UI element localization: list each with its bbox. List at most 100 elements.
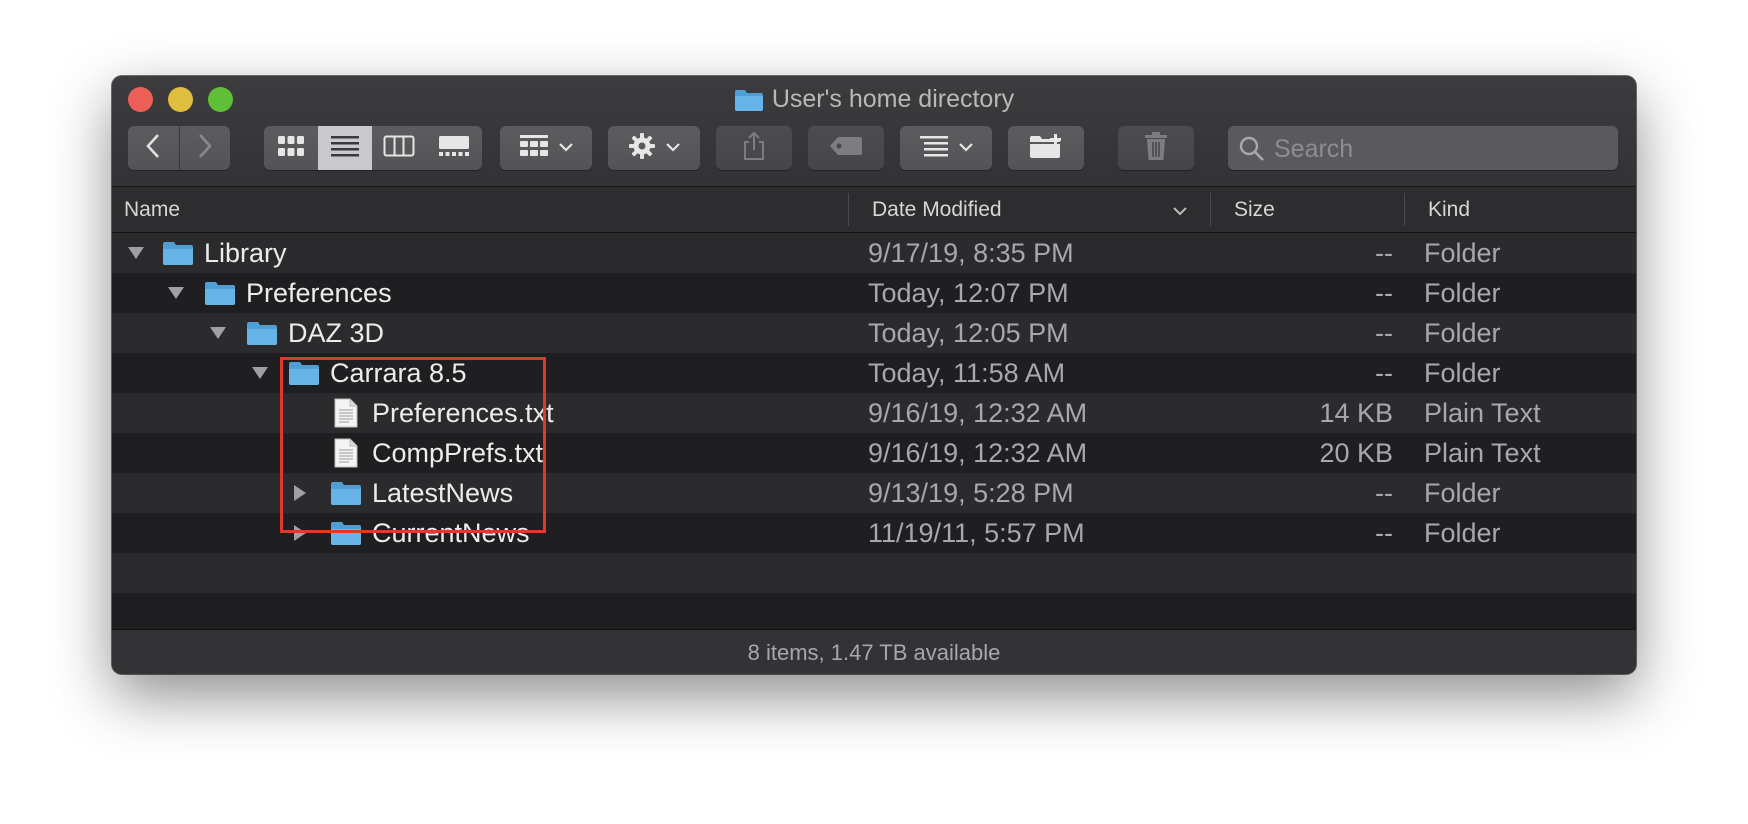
gear-icon — [628, 132, 656, 165]
file-kind: Plain Text — [1424, 398, 1541, 428]
titlebar: User's home directory — [112, 76, 1636, 187]
date-modified: 11/19/11, 5:57 PM — [868, 518, 1085, 548]
date-modified: Today, 12:07 PM — [868, 278, 1069, 308]
file-name: Library — [204, 238, 287, 268]
list-view-button[interactable] — [318, 126, 372, 170]
share-button[interactable] — [716, 126, 792, 170]
search-input[interactable] — [1272, 132, 1606, 166]
folder-icon — [204, 279, 236, 312]
file-size: -- — [1375, 358, 1393, 388]
empty-row — [112, 553, 1636, 593]
disclosure-triangle-collapsed-icon[interactable] — [288, 473, 312, 513]
file-kind: Plain Text — [1424, 438, 1541, 468]
column-header-bar: Name Date Modified Size Kind — [112, 187, 1636, 233]
column-header-date-modified[interactable]: Date Modified — [872, 187, 1002, 232]
file-size: 20 KB — [1319, 438, 1393, 468]
back-button[interactable] — [128, 126, 178, 170]
list-icon — [330, 135, 360, 162]
chevron-left-icon — [145, 133, 161, 164]
file-size: -- — [1375, 518, 1393, 548]
action-button[interactable] — [608, 126, 700, 170]
chevron-right-icon — [197, 133, 213, 164]
forward-button[interactable] — [180, 126, 230, 170]
trash-button[interactable] — [1118, 126, 1194, 170]
date-modified: 9/13/19, 5:28 PM — [868, 478, 1074, 508]
file-kind: Folder — [1424, 358, 1501, 388]
tag-icon — [829, 136, 863, 161]
tag-button[interactable] — [808, 126, 884, 170]
file-size: -- — [1375, 278, 1393, 308]
sort-icon — [919, 135, 949, 162]
search-field[interactable] — [1228, 126, 1618, 170]
file-name: LatestNews — [372, 478, 514, 508]
disclosure-triangle-collapsed-icon[interactable] — [288, 513, 312, 553]
share-icon — [742, 131, 766, 166]
file-name: DAZ 3D — [288, 318, 385, 348]
list-row[interactable]: LatestNews 9/13/19, 5:28 PM -- Folder — [112, 473, 1636, 513]
list-row[interactable]: Preferences.txt 9/16/19, 12:32 AM 14 KB … — [112, 393, 1636, 433]
gallery-view-button[interactable] — [426, 126, 482, 170]
disclosure-triangle-expanded-icon[interactable] — [124, 233, 148, 273]
icon-view-button[interactable] — [264, 126, 318, 170]
list-row[interactable]: Preferences Today, 12:07 PM -- Folder — [112, 273, 1636, 313]
list-row[interactable]: DAZ 3D Today, 12:05 PM -- Folder — [112, 313, 1636, 353]
date-modified: 9/16/19, 12:32 AM — [868, 438, 1088, 468]
list-row[interactable]: CurrentNews 11/19/11, 5:57 PM -- Folder — [112, 513, 1636, 553]
folder-icon — [246, 319, 278, 352]
folder-icon — [734, 87, 764, 121]
file-name: Preferences — [246, 278, 392, 308]
date-modified: 9/17/19, 8:35 PM — [868, 238, 1074, 268]
gallery-icon — [438, 135, 470, 162]
new-folder-button[interactable] — [1008, 126, 1084, 170]
folder-icon — [162, 239, 194, 272]
file-size: 14 KB — [1319, 398, 1393, 428]
status-bar: 8 items, 1.47 TB available — [112, 629, 1636, 674]
window-title-text: User's home directory — [771, 85, 1015, 113]
folder-icon — [330, 519, 362, 552]
text-document-icon — [334, 398, 358, 433]
columns-icon — [383, 135, 415, 162]
new-folder-icon — [1029, 133, 1063, 164]
date-modified: Today, 11:58 AM — [868, 358, 1066, 388]
file-size: -- — [1375, 238, 1393, 268]
file-kind: Folder — [1424, 238, 1501, 268]
window-title: User's home directory — [112, 82, 1636, 121]
file-kind: Folder — [1424, 278, 1501, 308]
disclosure-triangle-expanded-icon[interactable] — [164, 273, 188, 313]
date-modified: Today, 12:05 PM — [868, 318, 1069, 348]
column-header-size[interactable]: Size — [1234, 187, 1275, 232]
column-header-kind[interactable]: Kind — [1428, 187, 1470, 232]
group-by-button[interactable] — [500, 126, 592, 170]
chevron-down-icon — [959, 139, 973, 157]
finder-window: User's home directory Search Name Date M… — [112, 76, 1636, 674]
grid-icon — [277, 135, 305, 162]
disclosure-triangle-expanded-icon[interactable] — [248, 353, 272, 393]
disclosure-triangle-expanded-icon[interactable] — [206, 313, 230, 353]
file-name: Carrara 8.5 — [330, 358, 467, 388]
chevron-down-icon — [666, 139, 680, 157]
folder-icon — [288, 359, 320, 392]
list-row[interactable]: Library 9/17/19, 8:35 PM -- Folder — [112, 233, 1636, 273]
file-name: Preferences.txt — [372, 398, 554, 428]
list-row[interactable]: CompPrefs.txt 9/16/19, 12:32 AM 20 KB Pl… — [112, 433, 1636, 473]
group-icon — [519, 134, 549, 163]
search-icon — [1238, 135, 1266, 168]
sort-chevron-icon — [1172, 204, 1188, 222]
column-header-name[interactable]: Name — [124, 187, 180, 232]
view-mode-control — [264, 126, 482, 170]
back-forward-control — [128, 126, 230, 170]
sort-by-button[interactable] — [900, 126, 992, 170]
list-row[interactable]: Carrara 8.5 Today, 11:58 AM -- Folder — [112, 353, 1636, 393]
file-name: CompPrefs.txt — [372, 438, 544, 468]
file-name: CurrentNews — [372, 518, 530, 548]
empty-row — [112, 593, 1636, 633]
file-kind: Folder — [1424, 478, 1501, 508]
file-size: -- — [1375, 318, 1393, 348]
trash-icon — [1144, 131, 1168, 166]
folder-icon — [330, 479, 362, 512]
file-kind: Folder — [1424, 318, 1501, 348]
file-list: Library 9/17/19, 8:35 PM -- Folder Prefe… — [112, 233, 1636, 633]
file-kind: Folder — [1424, 518, 1501, 548]
date-modified: 9/16/19, 12:32 AM — [868, 398, 1088, 428]
column-view-button[interactable] — [372, 126, 426, 170]
